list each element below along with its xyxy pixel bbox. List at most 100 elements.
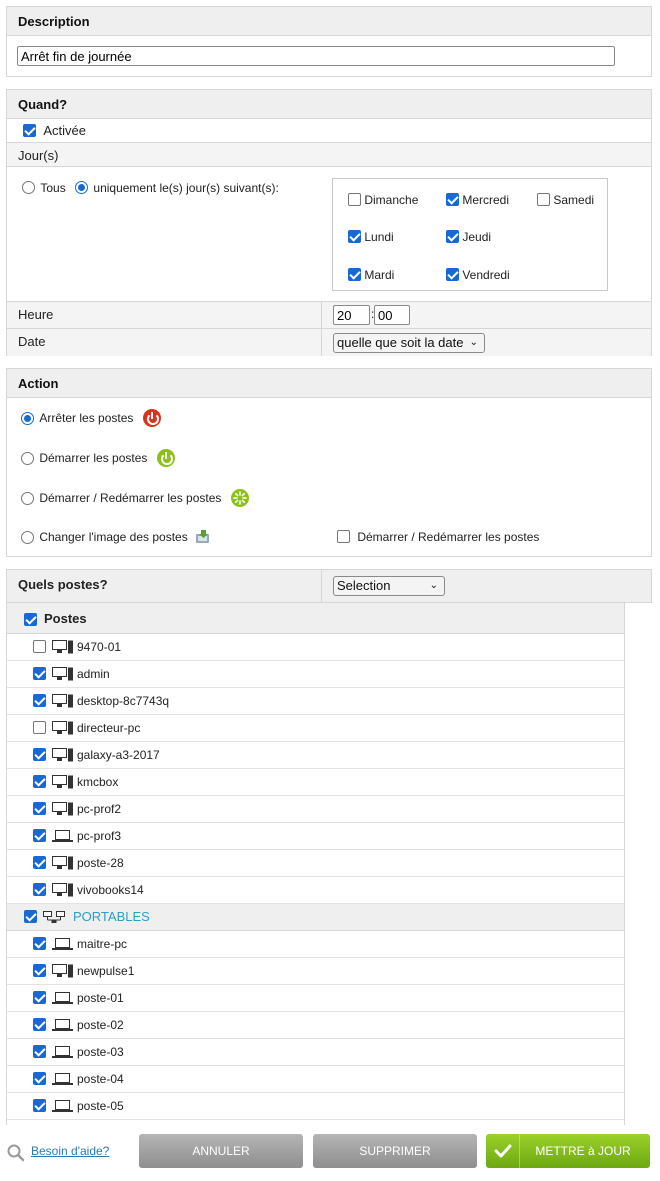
day-label: Dimanche	[364, 192, 419, 207]
mode-tous-radio[interactable]	[22, 181, 35, 195]
group-name[interactable]: PORTABLES	[73, 904, 150, 930]
item-checkbox[interactable]	[33, 856, 46, 869]
day-dimanche[interactable]: Dimanche	[348, 192, 418, 207]
desktop-icon	[52, 802, 73, 816]
day-vendredi[interactable]: Vendredi	[446, 267, 510, 282]
list-item[interactable]: poste-02	[7, 1012, 624, 1039]
action-start[interactable]: Démarrer les postes	[21, 449, 175, 467]
list-item[interactable]: poste-03	[7, 1039, 624, 1066]
action-start-radio[interactable]	[21, 451, 34, 465]
desktop-icon	[52, 640, 73, 654]
day-label: Jeudi	[462, 229, 492, 244]
day-lundi-checkbox[interactable]	[348, 230, 361, 244]
day-dimanche-checkbox[interactable]	[348, 193, 361, 207]
list-item[interactable]: kmcbox	[7, 769, 624, 796]
item-name: pc-prof3	[77, 829, 122, 843]
extra-restart-label: Démarrer / Redémarrer les postes	[357, 529, 540, 544]
laptop-icon	[52, 1100, 73, 1112]
update-label: METTRE à JOUR	[535, 1144, 631, 1158]
date-select[interactable]: quelle que soit la date ⌄	[333, 333, 485, 353]
item-checkbox[interactable]	[33, 721, 46, 734]
item-checkbox[interactable]	[33, 937, 46, 950]
laptop-icon	[52, 992, 73, 1004]
search-icon	[7, 1144, 25, 1162]
hour-input[interactable]	[333, 305, 370, 325]
day-samedi[interactable]: Samedi	[537, 192, 594, 207]
day-mercredi-checkbox[interactable]	[446, 193, 459, 207]
item-name: kmcbox	[77, 775, 119, 789]
list-item[interactable]: pc-prof2	[7, 796, 624, 823]
day-label: Mercredi	[462, 192, 510, 207]
list-item[interactable]: 9470-01	[7, 634, 624, 661]
item-checkbox[interactable]	[33, 1018, 46, 1031]
day-vendredi-checkbox[interactable]	[446, 268, 459, 282]
extra-restart-checkbox[interactable]	[337, 530, 350, 544]
extra-restart-row[interactable]: Démarrer / Redémarrer les postes	[337, 529, 539, 544]
day-jeudi[interactable]: Jeudi	[446, 229, 491, 244]
laptop-icon	[52, 1073, 73, 1085]
group-checkbox[interactable]	[24, 613, 37, 626]
footer: Besoin d'aide? ANNULER SUPPRIMER METTRE …	[0, 1132, 660, 1176]
cancel-button[interactable]: ANNULER	[139, 1134, 303, 1168]
help-link[interactable]: Besoin d'aide?	[31, 1144, 109, 1158]
list-item[interactable]: admin	[7, 661, 624, 688]
day-lundi[interactable]: Lundi	[348, 229, 394, 244]
group-row[interactable]: PORTABLES	[7, 904, 624, 931]
day-jeudi-checkbox[interactable]	[446, 230, 459, 244]
update-button[interactable]: METTRE à JOUR	[486, 1134, 650, 1168]
day-samedi-checkbox[interactable]	[537, 193, 550, 207]
day-mardi[interactable]: Mardi	[348, 267, 394, 282]
item-checkbox[interactable]	[33, 991, 46, 1004]
item-checkbox[interactable]	[33, 667, 46, 680]
minute-input[interactable]	[374, 305, 410, 325]
item-checkbox[interactable]	[33, 1099, 46, 1112]
active-checkbox[interactable]	[23, 124, 36, 138]
item-checkbox[interactable]	[33, 775, 46, 788]
item-checkbox[interactable]	[33, 640, 46, 653]
postes-select[interactable]: Selection ⌄	[333, 576, 445, 596]
item-checkbox[interactable]	[33, 883, 46, 896]
item-checkbox[interactable]	[33, 748, 46, 761]
item-name: poste-02	[77, 1018, 124, 1032]
laptop-icon	[52, 938, 73, 950]
list-item[interactable]: poste-28	[7, 850, 624, 877]
list-item[interactable]: poste-05	[7, 1093, 624, 1120]
laptop-icon	[52, 1019, 73, 1031]
item-checkbox[interactable]	[33, 1045, 46, 1058]
item-checkbox[interactable]	[33, 802, 46, 815]
item-name: vivobooks14	[77, 883, 144, 897]
action-restart[interactable]: Démarrer / Redémarrer les postes	[21, 489, 249, 507]
item-name: poste-03	[77, 1045, 124, 1059]
group-row[interactable]: Postes	[7, 603, 624, 634]
list-item[interactable]: pc-prof3	[7, 823, 624, 850]
action-restart-radio[interactable]	[21, 491, 34, 505]
description-input[interactable]	[17, 46, 615, 66]
item-checkbox[interactable]	[33, 964, 46, 977]
action-stop-label: Arrêter les postes	[39, 411, 134, 425]
power-green-icon	[156, 449, 175, 467]
list-item[interactable]: vivobooks14	[7, 877, 624, 904]
item-checkbox[interactable]	[33, 829, 46, 842]
item-checkbox[interactable]	[33, 1072, 46, 1085]
desktop-icon	[52, 883, 73, 897]
list-item[interactable]: maitre-pc	[7, 931, 624, 958]
action-stop-radio[interactable]	[21, 411, 34, 425]
delete-button[interactable]: SUPPRIMER	[313, 1134, 477, 1168]
day-mardi-checkbox[interactable]	[348, 268, 361, 282]
action-image-radio[interactable]	[21, 530, 34, 544]
list-item[interactable]: desktop-8c7743q	[7, 688, 624, 715]
list-item[interactable]: poste-04	[7, 1066, 624, 1093]
list-item[interactable]: newpulse1	[7, 958, 624, 985]
list-item[interactable]: galaxy-a3-2017	[7, 742, 624, 769]
desktop-icon	[52, 856, 73, 870]
action-stop[interactable]: Arrêter les postes	[21, 409, 161, 427]
group-checkbox[interactable]	[24, 910, 37, 923]
mode-specific-radio[interactable]	[75, 181, 89, 195]
item-checkbox[interactable]	[33, 694, 46, 707]
list-item[interactable]: directeur-pc	[7, 715, 624, 742]
divider	[321, 570, 322, 602]
day-mercredi[interactable]: Mercredi	[446, 192, 509, 207]
action-image[interactable]: Changer l'image des postes	[21, 529, 211, 545]
list-item[interactable]: poste-01	[7, 985, 624, 1012]
date-label: Date	[18, 334, 46, 349]
